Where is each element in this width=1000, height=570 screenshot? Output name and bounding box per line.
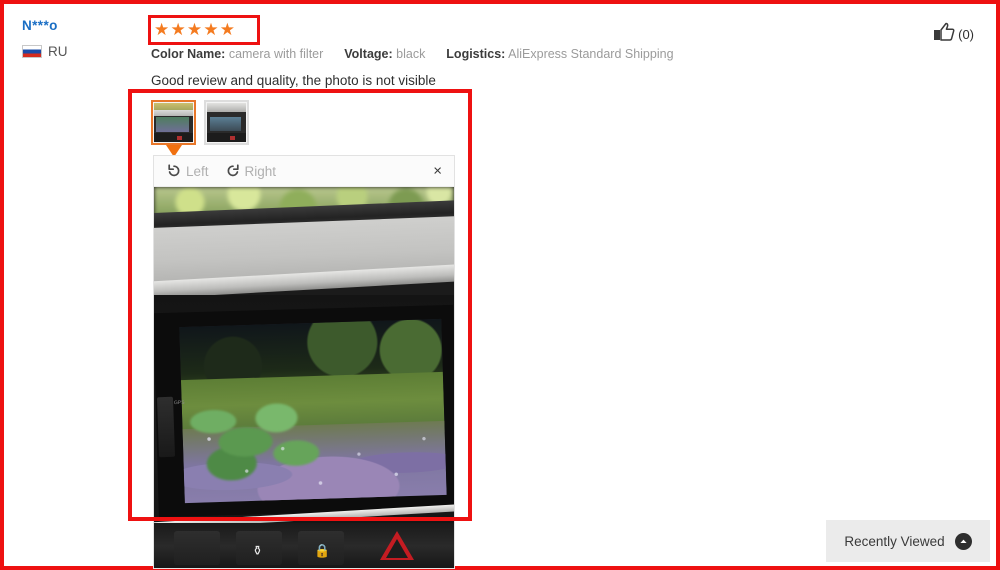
review-body-text: Good review and quality, the photo is no… <box>151 73 436 88</box>
photo-screen-noise <box>182 415 447 504</box>
rotate-right-label: Right <box>244 163 277 179</box>
helpful-button[interactable]: (0) <box>933 22 974 47</box>
close-icon[interactable]: × <box>433 164 442 179</box>
reviewer-country: RU <box>22 44 142 59</box>
attribute-label-voltage: Voltage: <box>344 47 393 61</box>
country-code: RU <box>48 44 68 59</box>
rotate-left-icon <box>166 163 182 179</box>
recently-viewed-label: Recently Viewed <box>844 533 945 549</box>
thumbnail-2-image <box>207 103 246 142</box>
review-attributes: Color Name: camera with filter Voltage: … <box>151 46 674 62</box>
attribute-label-logistics: Logistics: <box>446 47 506 61</box>
recently-viewed-panel[interactable]: Recently Viewed <box>826 520 990 562</box>
thumbnail-1[interactable] <box>151 100 196 157</box>
photo-child-lock-glyph: ⚱ <box>252 543 263 558</box>
attribute-value-logistics: AliExpress Standard Shipping <box>508 47 674 61</box>
thumbnail-1-image <box>154 103 193 142</box>
attribute-value-color-name: camera with filter <box>228 47 324 61</box>
rotate-left-label: Left <box>186 163 209 179</box>
thumbnail-strip <box>151 100 249 157</box>
reviewer-name[interactable]: N***o <box>22 16 142 36</box>
photo-viewer: Left Right × GPS ⚱ 🔒 <box>153 155 455 569</box>
attribute-label-color-name: Color Name: <box>151 47 226 61</box>
photo-gps-label: GPS <box>173 399 185 407</box>
thumbs-up-icon <box>933 22 955 47</box>
photo-button-1 <box>174 531 220 565</box>
thumbnail-2[interactable] <box>204 100 249 145</box>
helpful-count: (0) <box>958 27 974 42</box>
photo-sd-card-slot <box>156 396 176 458</box>
photo-viewer-toolbar: Left Right × <box>154 156 454 187</box>
reviewer-block: N***o RU <box>22 16 142 59</box>
photo-hazard-light-inner <box>386 539 408 558</box>
russia-flag-icon <box>22 45 42 58</box>
rotate-left-button[interactable]: Left <box>166 163 209 179</box>
rotate-right-icon <box>225 163 241 179</box>
photo-door-lock-glyph: 🔒 <box>314 543 331 558</box>
chevron-up-icon[interactable] <box>954 532 972 550</box>
star-rating: ★★★★★ <box>154 20 237 39</box>
attribute-value-voltage: black <box>396 47 426 61</box>
review-page: N***o RU ★★★★★ Color Name: camera with f… <box>0 0 1000 570</box>
rotate-right-button[interactable]: Right <box>225 163 277 179</box>
photo-camera-screen <box>179 318 447 504</box>
photo-image[interactable]: GPS ⚱ 🔒 <box>154 187 454 568</box>
